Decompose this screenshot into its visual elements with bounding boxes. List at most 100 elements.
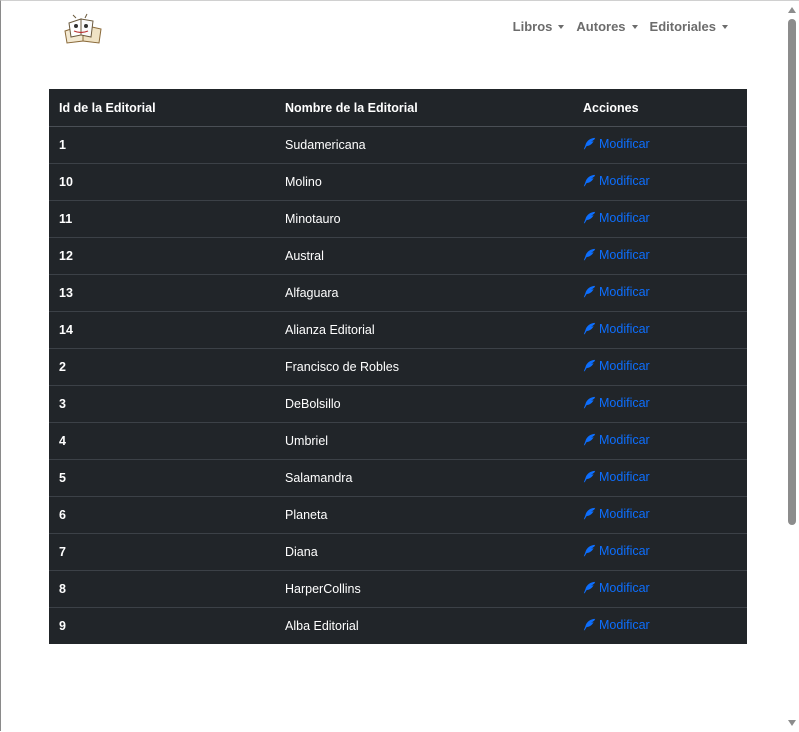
modify-link[interactable]: Modificar [583,544,650,558]
feather-icon [583,212,596,224]
table-row: 8 HarperCollins Modificar [49,570,747,608]
editorial-id-cell: 1 [49,126,275,164]
editorial-id-cell: 14 [49,311,275,349]
modify-link[interactable]: Modificar [583,433,650,447]
modify-link-label: Modificar [599,247,650,262]
actions-cell: Modificar [573,200,747,238]
modify-link[interactable]: Modificar [583,618,650,632]
modify-link-label: Modificar [599,321,650,336]
modify-link-label: Modificar [599,173,650,188]
actions-cell: Modificar [573,496,747,534]
actions-cell: Modificar [573,237,747,275]
modify-link[interactable]: Modificar [583,470,650,484]
scrollbar-thumb[interactable] [788,19,796,525]
nav-autores-label: Autores [576,19,626,34]
editorial-name-cell: DeBolsillo [275,385,573,423]
editorial-name-cell: Diana [275,533,573,571]
editorial-id-cell: 12 [49,237,275,275]
modify-link-label: Modificar [599,395,650,410]
scroll-up-arrow-icon[interactable] [788,7,796,13]
table-row: 1 Sudamericana Modificar [49,126,747,164]
modify-link[interactable]: Modificar [583,322,650,336]
actions-cell: Modificar [573,422,747,460]
editorial-name-cell: Alba Editorial [275,607,573,644]
editorial-name-cell: Salamandra [275,459,573,497]
table-row: 9 Alba Editorial Modificar [49,607,747,644]
feather-icon [583,397,596,409]
actions-cell: Modificar [573,607,747,644]
table-row: 2 Francisco de Robles Modificar [49,348,747,386]
browser-viewport: Libros Autores Editoriales Id de la Edit… [0,0,799,732]
modify-link[interactable]: Modificar [583,581,650,595]
brand-logo-icon[interactable] [61,11,107,45]
nav-libros-dropdown[interactable]: Libros [507,19,571,34]
modify-link[interactable]: Modificar [583,359,650,373]
feather-icon [583,582,596,594]
editorial-name-cell: Austral [275,237,573,275]
modify-link[interactable]: Modificar [583,174,650,188]
scroll-down-arrow-icon[interactable] [788,720,796,726]
actions-cell: Modificar [573,126,747,164]
modify-link-label: Modificar [599,432,650,447]
nav-autores-dropdown[interactable]: Autores [570,19,643,34]
caret-down-icon [722,24,728,29]
table-row: 6 Planeta Modificar [49,496,747,534]
editorial-name-cell: Alfaguara [275,274,573,312]
feather-icon [583,619,596,631]
feather-icon [583,471,596,483]
table-row: 4 Umbriel Modificar [49,422,747,460]
table-row: 7 Diana Modificar [49,533,747,571]
table-body: 1 Sudamericana Modificar 10 Molino Modificar 1… [49,126,747,644]
editorial-id-cell: 13 [49,274,275,312]
editorial-id-cell: 6 [49,496,275,534]
editorial-id-cell: 7 [49,533,275,571]
nav-editoriales-label: Editoriales [649,19,716,34]
editorial-id-cell: 4 [49,422,275,460]
modify-link[interactable]: Modificar [583,507,650,521]
feather-icon [583,508,596,520]
table-row: 14 Alianza Editorial Modificar [49,311,747,349]
caret-down-icon [631,24,638,29]
table-row: 5 Salamandra Modificar [49,459,747,497]
nav-libros-label: Libros [512,19,553,34]
table-row: 12 Austral Modificar [49,237,747,275]
editorial-table-container: Id de la Editorial Nombre de la Editoria… [49,89,747,644]
editorial-name-cell: Molino [275,163,573,201]
editorial-id-cell: 2 [49,348,275,386]
feather-icon [583,434,596,446]
feather-icon [583,323,596,335]
vertical-scrollbar[interactable] [785,1,799,732]
modify-link[interactable]: Modificar [583,396,650,410]
table-header-row: Id de la Editorial Nombre de la Editoria… [49,89,747,127]
table-row: 13 Alfaguara Modificar [49,274,747,312]
modify-link[interactable]: Modificar [583,248,650,262]
table-row: 3 DeBolsillo Modificar [49,385,747,423]
editorial-name-cell: Minotauro [275,200,573,238]
editorial-id-cell: 5 [49,459,275,497]
editorial-name-cell: Umbriel [275,422,573,460]
actions-cell: Modificar [573,348,747,386]
actions-cell: Modificar [573,570,747,608]
modify-link-label: Modificar [599,210,650,225]
modify-link[interactable]: Modificar [583,285,650,299]
editorial-name-cell: HarperCollins [275,570,573,608]
navbar: Libros Autores Editoriales [1,1,786,57]
feather-icon [583,249,596,261]
modify-link[interactable]: Modificar [583,137,650,151]
header-name: Nombre de la Editorial [275,89,573,127]
modify-link[interactable]: Modificar [583,211,650,225]
modify-link-label: Modificar [599,284,650,299]
modify-link-label: Modificar [599,617,650,632]
nav-editoriales-dropdown[interactable]: Editoriales [644,19,734,34]
feather-icon [583,360,596,372]
editorial-id-cell: 9 [49,607,275,644]
header-actions: Acciones [573,89,747,127]
feather-icon [583,175,596,187]
table-row: 10 Molino Modificar [49,163,747,201]
actions-cell: Modificar [573,163,747,201]
editorial-id-cell: 3 [49,385,275,423]
actions-cell: Modificar [573,533,747,571]
modify-link-label: Modificar [599,136,650,151]
modify-link-label: Modificar [599,358,650,373]
feather-icon [583,286,596,298]
